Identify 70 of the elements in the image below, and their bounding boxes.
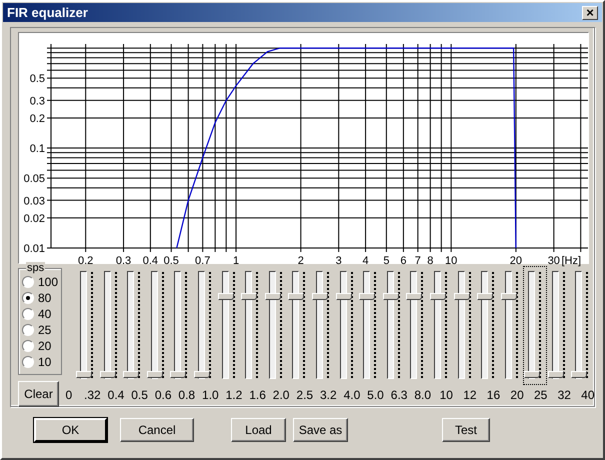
band-label: 0.5	[130, 388, 149, 402]
radio-label: 80	[38, 290, 52, 304]
dialog-button[interactable]: Save as	[293, 418, 348, 442]
band-label: 0.4	[106, 388, 126, 402]
band-label: 2.0	[272, 388, 290, 402]
tick-label: 2	[298, 255, 304, 267]
band-label: 4.0	[342, 388, 362, 402]
band-label: 10	[438, 388, 454, 402]
tick-label: 0.7	[195, 255, 210, 267]
tick-label: 0.5	[30, 73, 45, 86]
radio-button[interactable]	[22, 324, 34, 336]
window-title: FIR equalizer	[7, 4, 88, 22]
radio-label: 25	[38, 322, 52, 336]
band-label: 1.2	[224, 388, 244, 402]
band-label: 0	[64, 388, 74, 402]
tick-label: 5	[383, 255, 390, 267]
band-label: 12	[462, 388, 478, 402]
band-label: 2.5	[295, 388, 314, 402]
group-title: sps	[26, 262, 46, 274]
band-label: 20	[509, 388, 525, 402]
tick-label: 0.01	[24, 243, 45, 255]
tick-label: 20	[510, 255, 522, 267]
radio-button[interactable]	[22, 356, 34, 368]
dialog-button[interactable]: Load	[231, 418, 286, 442]
band-label: 6.3	[390, 388, 408, 402]
radio-button[interactable]	[22, 308, 34, 320]
tick-label: 3	[336, 255, 342, 267]
tick-label: 0.3	[30, 95, 45, 108]
band-label: .32	[83, 388, 102, 402]
tick-label: 30	[548, 255, 560, 267]
tick-label: 0.3	[116, 255, 132, 267]
tick-label: 8	[427, 255, 434, 267]
radio-label: 10	[38, 354, 52, 368]
band-label: 0.6	[154, 388, 173, 402]
radio-button[interactable]	[22, 340, 34, 352]
dialog-button[interactable]: OK	[34, 418, 107, 442]
band-label: 1.6	[248, 388, 267, 402]
radio-label: 20	[38, 338, 52, 352]
band-label: 16	[486, 388, 502, 402]
tick-label: 4	[362, 255, 369, 267]
axis-label: [Hz]	[561, 255, 581, 267]
vertical-slider[interactable]	[523, 266, 547, 385]
band-label: 5.0	[366, 388, 385, 402]
tick-label: 0.1	[30, 143, 45, 156]
tick-label: 0.2	[30, 112, 45, 125]
tick-label: 0.5	[164, 255, 179, 267]
tick-label: 0.2	[78, 255, 94, 267]
band-label: 1.0	[201, 388, 220, 402]
tick-label: 0.05	[24, 173, 45, 186]
radio-label: 100	[38, 274, 58, 288]
radio-button[interactable]	[22, 292, 34, 304]
tick-label: 0.4	[142, 255, 158, 267]
tick-label: 10	[445, 255, 458, 267]
radio-label: 40	[38, 306, 52, 320]
radio-button[interactable]	[22, 276, 34, 288]
tick-label: 0.02	[24, 212, 45, 225]
band-label: 8.0	[413, 388, 432, 402]
dialog-button[interactable]: Cancel	[120, 418, 194, 442]
band-label: 25	[532, 388, 548, 402]
band-label: 3.2	[318, 388, 338, 402]
band-label: 32	[556, 388, 572, 402]
tick-label: 1	[232, 255, 240, 267]
tick-label: 7	[414, 255, 421, 267]
band-label: 0.8	[177, 388, 196, 402]
clear-button[interactable]: Clear	[18, 381, 59, 407]
dialog-button[interactable]: Test	[442, 418, 490, 442]
close-button[interactable]: ×	[582, 6, 598, 20]
band-label: 40	[580, 388, 596, 402]
tick-label: 6	[400, 255, 406, 267]
tick-label: 0.03	[24, 195, 45, 208]
